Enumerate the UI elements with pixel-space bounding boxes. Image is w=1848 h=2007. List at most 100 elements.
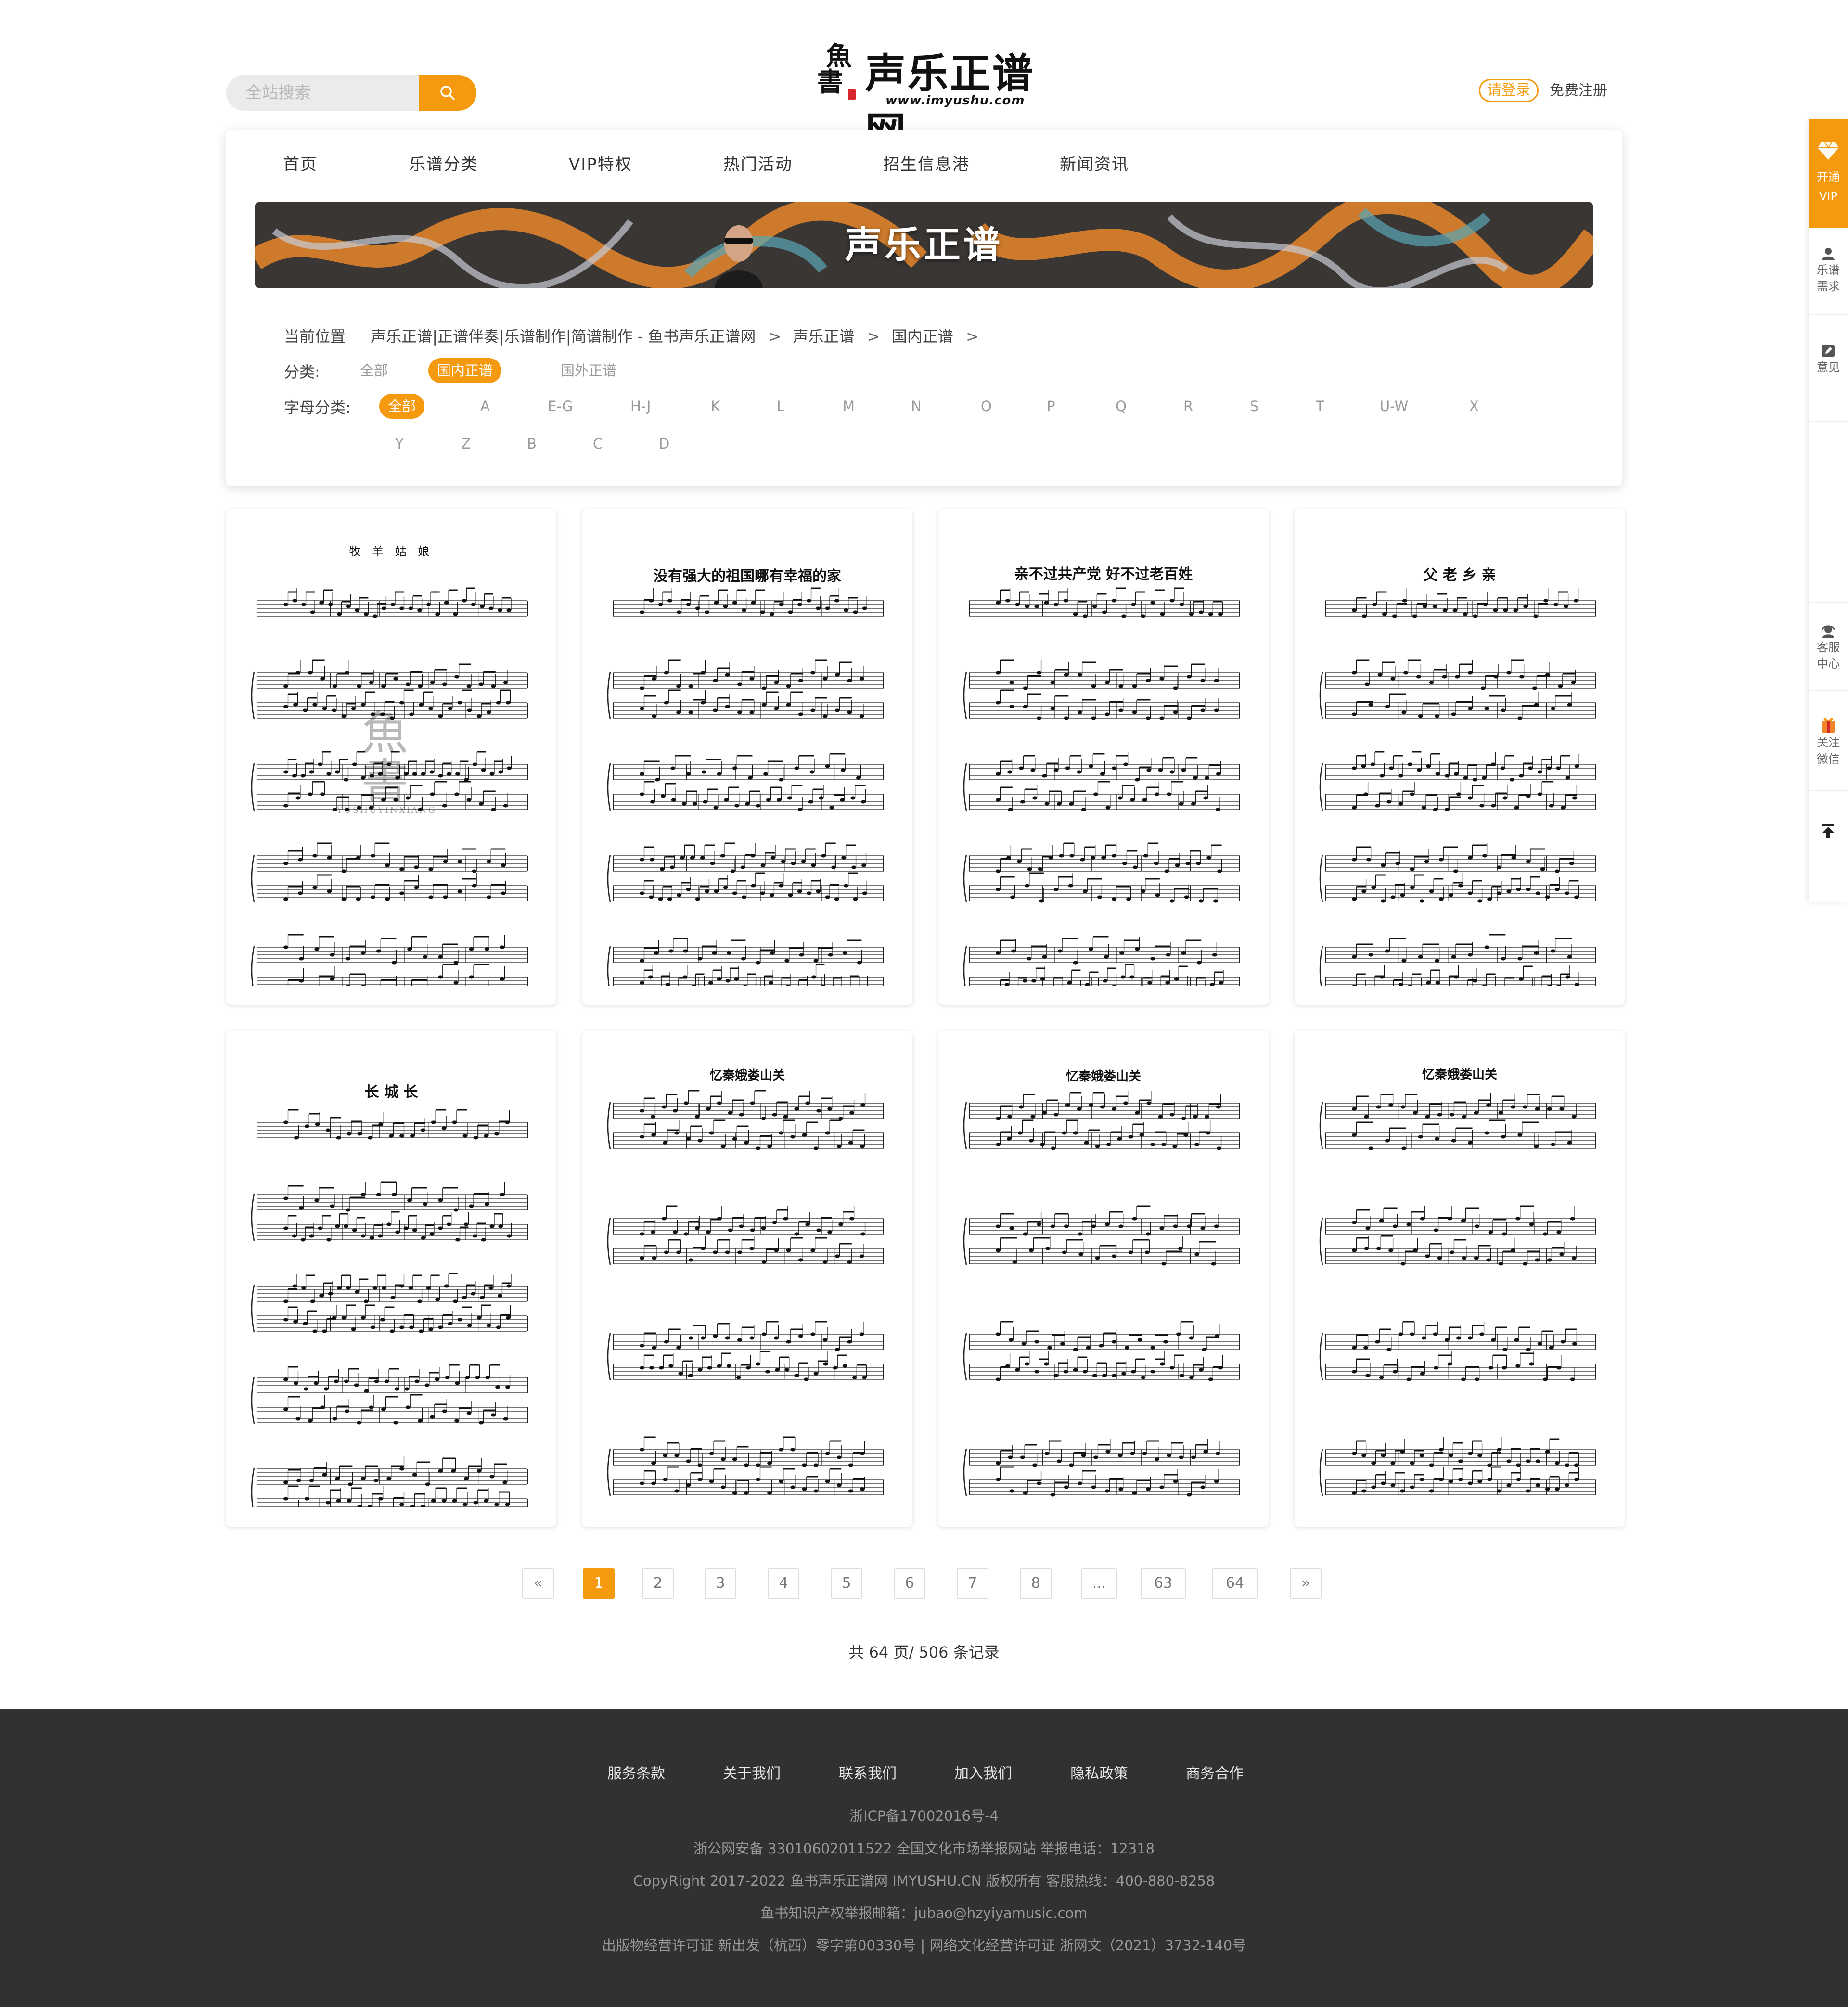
letter-filter-item[interactable]: C <box>593 431 603 456</box>
category-domestic[interactable]: 国内正谱 <box>428 358 502 383</box>
nav-vip[interactable]: VIP特权 <box>569 151 632 175</box>
letter-filter-item[interactable]: Q <box>1116 394 1127 419</box>
letter-filter-item[interactable]: B <box>527 431 537 456</box>
score-card[interactable]: 长 城 长 <box>226 1031 556 1527</box>
sidebar-service-line1: 客服 <box>1817 641 1840 654</box>
score-card[interactable]: 忆秦娥娄山关 <box>1295 1031 1625 1527</box>
sheet-music-staves <box>963 587 1240 986</box>
letter-filter-item[interactable]: L <box>777 394 784 419</box>
sidebar-back-to-top[interactable] <box>1809 823 1848 840</box>
page: 魚 書 声乐正谱网 www.imyushu.com 请登录 免费注册 首页 乐谱… <box>0 0 1848 2007</box>
letter-filter-item[interactable]: A <box>480 394 490 419</box>
user-icon <box>1822 248 1835 260</box>
breadcrumb-separator: > <box>965 327 979 346</box>
sidebar-wechat-line1: 关注 <box>1817 736 1840 749</box>
sidebar-feedback[interactable]: 意见 <box>1809 344 1848 375</box>
breadcrumb-item-site[interactable]: 声乐正谱|正谱伴奏|乐谱制作|简谱制作 - 鱼书声乐正谱网 <box>371 327 756 346</box>
score-card[interactable]: 父 老 乡 亲 <box>1295 509 1625 1005</box>
letter-filter-item[interactable]: U-W <box>1380 394 1408 419</box>
letter-filter-label: 字母分类: <box>284 399 351 417</box>
breadcrumb: 当前位置 声乐正谱|正谱伴奏|乐谱制作|简谱制作 - 鱼书声乐正谱网 > 声乐正… <box>284 324 986 347</box>
sheet-music-staves <box>1319 588 1596 986</box>
letter-filter-item[interactable]: X <box>1469 394 1479 419</box>
letter-filter-item[interactable]: S <box>1250 394 1258 419</box>
pagination-prev[interactable]: « <box>522 1568 554 1599</box>
logo-seal <box>848 89 856 100</box>
sheet-music-staves <box>1319 1093 1596 1496</box>
pagination-ellipsis: ... <box>1081 1568 1117 1599</box>
letter-filter-item[interactable]: H-J <box>630 394 651 419</box>
sidebar-wechat-line2: 微信 <box>1817 752 1840 766</box>
search-input[interactable] <box>226 75 419 111</box>
letter-filter-item[interactable]: R <box>1183 394 1193 419</box>
search-icon <box>440 86 455 100</box>
letter-filter-item[interactable]: T <box>1316 394 1324 419</box>
letter-filter-item[interactable]: O <box>981 394 992 419</box>
pagination-next[interactable]: » <box>1290 1568 1322 1599</box>
footer-link-about[interactable]: 关于我们 <box>723 1762 781 1783</box>
sidebar-vip-button[interactable]: 开通 VIP <box>1809 119 1848 228</box>
logo-mark: 魚 書 <box>813 40 866 108</box>
pagination-page[interactable]: 3 <box>705 1568 736 1599</box>
pagination-page[interactable]: 2 <box>642 1568 674 1599</box>
category-all[interactable]: 全部 <box>351 358 397 383</box>
footer-link-privacy[interactable]: 隐私政策 <box>1070 1762 1128 1783</box>
sidebar-wechat[interactable]: 关注 微信 <box>1809 714 1848 767</box>
pagination-page[interactable]: 7 <box>957 1568 988 1599</box>
pagination-page[interactable]: 63 <box>1141 1568 1186 1599</box>
footer-link-terms[interactable]: 服务条款 <box>607 1762 665 1783</box>
letter-filter-item[interactable]: P <box>1047 394 1055 419</box>
sidebar-service-line2: 中心 <box>1817 657 1840 670</box>
pagination-page[interactable]: 5 <box>831 1568 862 1599</box>
letter-filter-item[interactable]: Z <box>461 431 471 456</box>
breadcrumb-label: 当前位置 <box>284 327 346 346</box>
pagination-page[interactable]: 64 <box>1212 1568 1258 1599</box>
nav-admissions[interactable]: 招生信息港 <box>883 151 970 175</box>
sheet-music-staves <box>607 1090 884 1496</box>
sidebar-divider <box>1809 314 1848 315</box>
footer-security-record: 浙公网安备 33010602011522 全国文化市场举报网站 举报电话：123… <box>693 1840 1155 1857</box>
footer-link-business[interactable]: 商务合作 <box>1186 1762 1244 1783</box>
category-banner: 声乐正谱 <box>255 202 1593 288</box>
breadcrumb-item-domestic[interactable]: 国内正谱 <box>892 327 953 346</box>
score-card[interactable]: 忆秦娥娄山关 <box>582 1031 912 1527</box>
breadcrumb-separator: > <box>867 327 880 346</box>
pagination-page[interactable]: 4 <box>768 1568 799 1599</box>
sidebar-score-demand[interactable]: 乐谱 需求 <box>1809 246 1848 295</box>
nav-home[interactable]: 首页 <box>283 151 318 175</box>
sidebar-divider <box>1809 790 1848 791</box>
letter-filter-item[interactable]: E-G <box>548 394 573 419</box>
logo-mark-top: 魚 <box>826 40 852 71</box>
sidebar-vip-line1: 开通 <box>1817 170 1840 184</box>
letter-filter-item[interactable]: N <box>911 394 922 419</box>
headset-icon <box>1821 625 1835 638</box>
login-button[interactable]: 请登录 <box>1479 79 1539 102</box>
site-logo[interactable]: 魚 書 声乐正谱网 www.imyushu.com <box>813 40 1064 155</box>
nav-news[interactable]: 新闻资讯 <box>1060 151 1129 175</box>
footer-icp[interactable]: 浙ICP备17002016号-4 <box>0 1805 1848 1825</box>
category-foreign[interactable]: 国外正谱 <box>552 358 625 383</box>
pagination-page[interactable]: 1 <box>583 1568 615 1599</box>
footer-link-join[interactable]: 加入我们 <box>954 1762 1012 1783</box>
breadcrumb-item-vocal[interactable]: 声乐正谱 <box>793 327 855 346</box>
letter-filter-item[interactable]: D <box>659 431 669 456</box>
register-link[interactable]: 免费注册 <box>1550 81 1607 101</box>
sidebar-customer-service[interactable]: 客服 中心 <box>1809 624 1848 672</box>
pagination-page[interactable]: 8 <box>1020 1568 1052 1599</box>
edit-icon <box>1822 345 1835 357</box>
sidebar-divider <box>1809 602 1848 603</box>
search-button[interactable] <box>419 75 476 111</box>
nav-events[interactable]: 热门活动 <box>723 151 793 175</box>
letter-filter-item[interactable]: Y <box>395 431 404 456</box>
footer-link-contact[interactable]: 联系我们 <box>839 1762 897 1783</box>
footer-report-email: 鱼书知识产权举报邮箱：jubao@hzyiyamusic.com <box>760 1905 1088 1921</box>
score-card[interactable]: 牧 羊 姑 娘 魚 書 YUSHUYINXIANG <box>226 509 556 1005</box>
score-card[interactable]: 亲不过共产党 好不过老百姓 <box>938 509 1269 1005</box>
letter-filter-all[interactable]: 全部 <box>379 394 425 419</box>
letter-filter-item[interactable]: M <box>843 394 855 419</box>
nav-score-categories[interactable]: 乐谱分类 <box>409 151 478 175</box>
score-card[interactable]: 没有强大的祖国哪有幸福的家 <box>582 509 912 1005</box>
letter-filter-item[interactable]: K <box>711 394 720 419</box>
pagination-page[interactable]: 6 <box>894 1568 925 1599</box>
score-card[interactable]: 忆秦娥娄山关 <box>938 1031 1269 1527</box>
